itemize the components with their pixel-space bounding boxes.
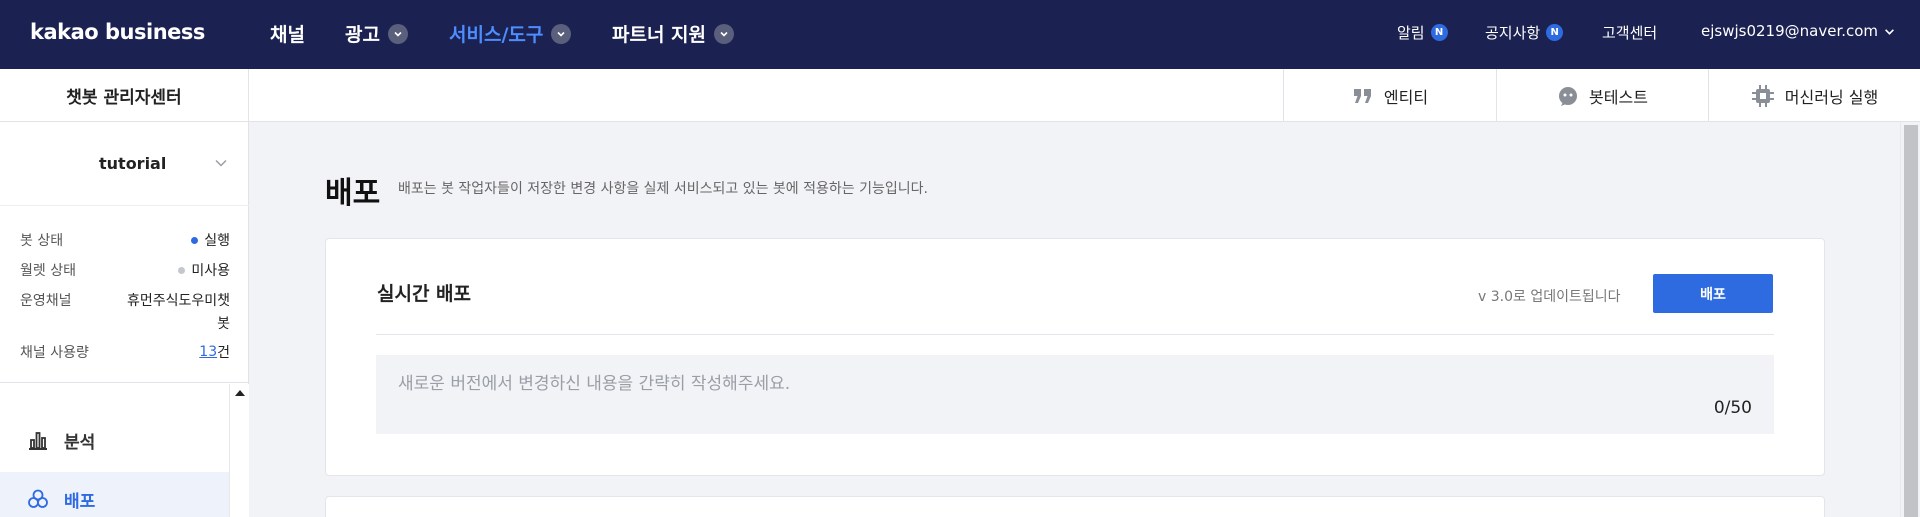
- nav-partner-support[interactable]: 파트너 지원: [612, 20, 735, 47]
- bot-name: tutorial: [99, 154, 167, 173]
- chevron-down-icon: [387, 23, 408, 44]
- wallet-status-label: 월렛 상태: [20, 263, 76, 279]
- tool-bot-test[interactable]: 봇테스트: [1496, 69, 1708, 122]
- channel-value-line1: 휴먼주식도우미챗: [126, 293, 230, 309]
- alarm-new-badge: N: [1430, 24, 1448, 41]
- textarea-placeholder: 새로운 버전에서 변경하신 내용을 간략히 작성해주세요.: [398, 374, 791, 394]
- notice-new-badge: N: [1546, 24, 1564, 41]
- chevron-down-icon: [551, 23, 572, 44]
- char-counter: 0/50: [1713, 398, 1752, 418]
- deploy-button[interactable]: 배포: [1653, 274, 1773, 313]
- alarm-link[interactable]: 알림 N: [1397, 22, 1448, 43]
- tool-entity-label: 엔티티: [1383, 87, 1429, 107]
- tool-bot-test-label: 봇테스트: [1589, 87, 1648, 107]
- kakao-business-logo[interactable]: kakao business: [30, 20, 205, 44]
- sidebar: tutorial 봇 상태 실행 월렛 상태 미사용 운영채널 휴먼주식도우미챗…: [0, 122, 249, 517]
- nav-channel-label: 채널: [270, 24, 305, 46]
- page-title: 배포: [325, 176, 381, 211]
- tool-ml-run[interactable]: 머신러닝 실행: [1708, 69, 1920, 122]
- usage-unit: 건: [217, 345, 230, 361]
- usage-count-link[interactable]: 13: [199, 344, 217, 360]
- sidebar-scrollbar[interactable]: [229, 384, 249, 517]
- nav-channel[interactable]: 채널: [270, 20, 305, 47]
- sub-header: 챗봇 관리자센터 엔티티 봇테스트 머신러닝 실행: [0, 69, 1920, 122]
- tool-ml-run-label: 머신러닝 실행: [1784, 87, 1879, 107]
- sidebar-item-deploy-label: 배포: [64, 491, 96, 512]
- version-note: v 3.0로 업데이트됩니다: [1478, 289, 1621, 305]
- chatbot-admin-title[interactable]: 챗봇 관리자센터: [0, 69, 249, 122]
- sidebar-item-analytics-label: 분석: [64, 432, 96, 453]
- deploy-icon: [28, 489, 48, 508]
- scrollbar-thumb[interactable]: [1904, 125, 1918, 517]
- wallet-status-row: 월렛 상태 미사용: [20, 260, 230, 280]
- account-menu[interactable]: ejswjs0219@naver.com: [1701, 22, 1895, 40]
- tool-entity[interactable]: 엔티티: [1283, 69, 1496, 122]
- status-dot-running: [191, 236, 199, 244]
- status-dot-unused: [178, 266, 186, 274]
- nav-ads[interactable]: 광고: [345, 20, 408, 47]
- chevron-down-icon: [1885, 28, 1894, 35]
- wallet-status-value-wrap: 미사용: [178, 260, 230, 280]
- chevron-down-icon: [215, 159, 227, 167]
- channel-value: 휴먼주식도우미챗 봇: [127, 290, 230, 333]
- usage-value: 13 건: [199, 342, 230, 362]
- channel-label: 운영채널: [20, 293, 72, 309]
- bot-selector[interactable]: tutorial: [0, 122, 249, 206]
- chat-bot-icon: [1559, 86, 1578, 106]
- page-scrollbar[interactable]: [1900, 122, 1920, 517]
- notice-label: 공지사항: [1485, 24, 1541, 42]
- scroll-up-arrow-icon[interactable]: [235, 390, 245, 396]
- card-divider: [376, 334, 1774, 335]
- support-label: 고객센터: [1602, 24, 1658, 42]
- nav-ads-label: 광고: [345, 24, 380, 46]
- chevron-down-icon: [714, 23, 735, 44]
- usage-row: 채널 사용량 13 건: [20, 342, 230, 362]
- sidebar-item-analytics[interactable]: 분석: [0, 413, 229, 467]
- channel-row: 운영채널 휴먼주식도우미챗 봇: [20, 290, 230, 333]
- bot-status-label: 봇 상태: [20, 233, 64, 249]
- change-notes-textarea[interactable]: 새로운 버전에서 변경하신 내용을 간략히 작성해주세요. 0/50: [376, 355, 1774, 434]
- realtime-deploy-card: 실시간 배포 v 3.0로 업데이트됩니다 배포 새로운 버전에서 변경하신 내…: [325, 238, 1825, 476]
- notice-link[interactable]: 공지사항 N: [1485, 22, 1564, 43]
- nav-partner-support-label: 파트너 지원: [612, 24, 707, 46]
- alarm-label: 알림: [1397, 24, 1425, 42]
- next-card: [325, 496, 1825, 517]
- sidebar-item-deploy[interactable]: 배포: [0, 472, 229, 517]
- top-navigation: kakao business 채널 광고 서비스/도구 파트너 지원 알림 N …: [0, 0, 1920, 69]
- page-description: 배포는 봇 작업자들이 저장한 변경 사항을 실제 서비스되고 있는 봇에 적용…: [398, 181, 928, 197]
- bot-status-value-wrap: 실행: [191, 230, 230, 250]
- usage-label: 채널 사용량: [20, 345, 89, 361]
- sidebar-divider: [0, 382, 249, 383]
- nav-service-tools[interactable]: 서비스/도구: [449, 20, 572, 47]
- bot-status-row: 봇 상태 실행: [20, 230, 230, 250]
- wallet-status-value: 미사용: [191, 263, 230, 279]
- bot-status-value: 실행: [204, 233, 230, 249]
- support-link[interactable]: 고객센터: [1602, 22, 1657, 43]
- chip-icon: [1751, 84, 1774, 107]
- account-email: ejswjs0219@naver.com: [1701, 22, 1879, 40]
- bar-chart-icon: [29, 432, 47, 450]
- quote-icon: [1353, 88, 1371, 103]
- card-title: 실시간 배포: [377, 283, 472, 305]
- channel-value-line2: 봇: [217, 316, 230, 332]
- nav-service-tools-label: 서비스/도구: [449, 24, 544, 46]
